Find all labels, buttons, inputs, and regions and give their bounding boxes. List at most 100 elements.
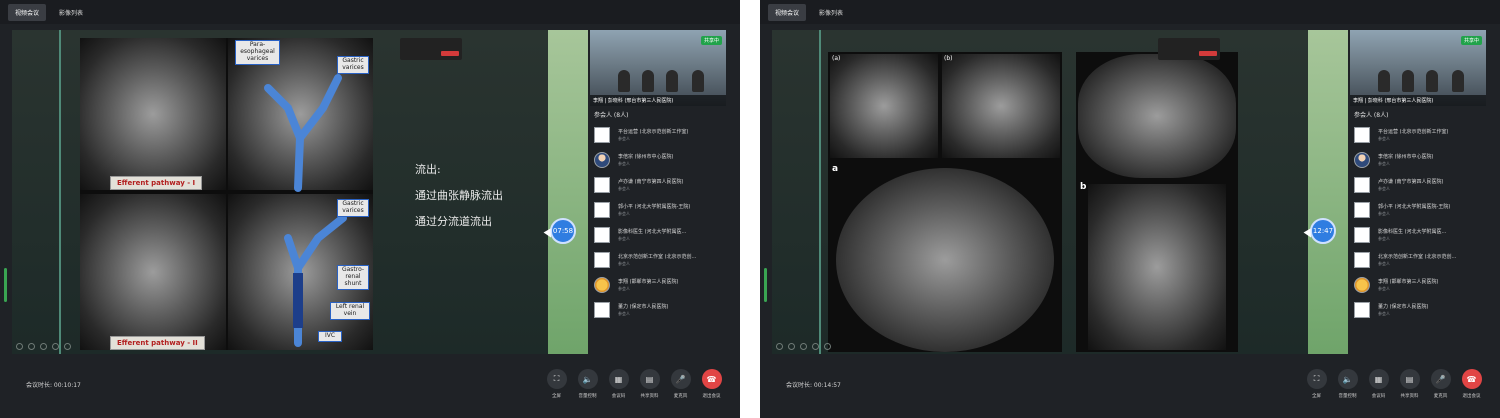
tool-icon[interactable]: [812, 343, 819, 350]
leave-meeting-button[interactable]: ☎ 退出会议: [1459, 369, 1484, 399]
label-gastric-varices-top: Gastric varices: [337, 56, 369, 74]
participant-name: 李翔 (邯郸市第三人民医院): [1378, 279, 1439, 285]
volume-button[interactable]: 🔈 音量控制: [1335, 369, 1360, 399]
control-label: 共享资料: [1400, 394, 1419, 399]
participant-item[interactable]: 卢亦谦 (南宁市第四人民医院) 参会人: [594, 177, 734, 202]
video-caption: 李翔 | 彭晓科 (邢台市第三人民医院): [590, 95, 726, 106]
avatar: [594, 177, 610, 193]
participant-name: 李翔 (邯郸市第三人民医院): [618, 279, 679, 285]
microphone-button[interactable]: 🎤 麦克风: [1428, 369, 1453, 399]
control-label: 麦克风: [673, 394, 688, 399]
slide-right-bar: [548, 30, 588, 354]
avatar: [594, 152, 610, 168]
video-person: [1378, 70, 1390, 92]
document-icon: ▤: [1399, 369, 1420, 389]
control-buttons: ⛶ 全屏 🔈 音量控制 ▦ 会议码 ▤ 共享资料 🎤 麦克风 ☎ 退出会议: [1304, 369, 1484, 399]
control-label: 共享资料: [640, 394, 659, 399]
participant-item[interactable]: 李翔 (邯郸市第三人民医院) 参会人: [594, 277, 734, 302]
participant-item[interactable]: 平台运营 (北京示范创新工作室) 参会人: [1354, 127, 1494, 152]
volume-indicator: [4, 268, 7, 302]
fullscreen-button[interactable]: ⛶ 全屏: [544, 369, 569, 399]
tab-bar: 视频会议 影像列表: [760, 0, 1500, 24]
tool-icon[interactable]: [52, 343, 59, 350]
shared-screen: (a) (b) a b 12:47: [772, 30, 1348, 354]
avatar: [1354, 152, 1370, 168]
participant-name: 影像科医生 (河北大学附属医...: [618, 229, 687, 235]
participant-item[interactable]: 平台运营 (北京示范创新工作室) 参会人: [594, 127, 734, 152]
tab-image-list[interactable]: 影像列表: [812, 4, 850, 21]
avatar: [594, 252, 610, 268]
meeting-code-button[interactable]: ▦ 会议码: [1366, 369, 1391, 399]
participant-item[interactable]: 影像科医生 (河北大学附属医... 参会人: [1354, 227, 1494, 252]
participant-item[interactable]: 董力 (保定市人民医院) 参会人: [594, 302, 734, 327]
control-bar: 会议时长: 00:14:57 ⛶ 全屏 🔈 音量控制 ▦ 会议码 ▤ 共享资料 🎤 麦克风…: [760, 360, 1500, 418]
speaking-timer: 07:58: [550, 218, 576, 244]
qr-code-icon: ▦: [608, 369, 629, 389]
participant-item[interactable]: 郭小平 (河北大学附属医院-王院) 参会人: [594, 202, 734, 227]
participant-role: 参会人: [618, 186, 630, 191]
ct-scan-axial: [1078, 54, 1236, 178]
participant-name: 李倍宗 (徐州市中心医院): [1378, 154, 1434, 160]
tab-image-list[interactable]: 影像列表: [52, 4, 90, 21]
avatar: [1354, 277, 1370, 293]
tool-icon[interactable]: [40, 343, 47, 350]
participant-item[interactable]: 郭小平 (河北大学附属医院-王院) 参会人: [1354, 202, 1494, 227]
volume-button[interactable]: 🔈 音量控制: [575, 369, 600, 399]
participant-name: 董力 (保定市人民医院): [1378, 304, 1429, 310]
participant-video[interactable]: 共享中 李翔 | 彭晓科 (邢台市第三人民医院): [590, 30, 726, 106]
slide-right-bar: [1308, 30, 1348, 354]
participant-role: 参会人: [1378, 286, 1390, 291]
share-document-button[interactable]: ▤ 共享资料: [637, 369, 662, 399]
participant-item[interactable]: 李倍宗 (徐州市中心医院) 参会人: [594, 152, 734, 177]
avatar: [1354, 252, 1370, 268]
participant-item[interactable]: 卢亦谦 (南宁市第四人民医院) 参会人: [1354, 177, 1494, 202]
slide-text-line-3: 通过分流道流出: [415, 215, 492, 228]
tool-icon[interactable]: [64, 343, 71, 350]
tool-icon[interactable]: [28, 343, 35, 350]
participant-item[interactable]: 董力 (保定市人民医院) 参会人: [1354, 302, 1494, 327]
avatar: [594, 277, 610, 293]
label-gastro-renal-shunt: Gastro- renal shunt: [337, 265, 369, 290]
video-person: [1452, 70, 1464, 92]
participant-role: 参会人: [618, 211, 630, 216]
participant-item[interactable]: 李翔 (邯郸市第三人民医院) 参会人: [1354, 277, 1494, 302]
participant-list: 参会人 (8人) 平台运营 (北京示范创新工作室) 参会人 李倍宗 (徐州市中心医…: [594, 110, 734, 327]
ct-scan-bottom-left: [80, 194, 226, 350]
participant-item[interactable]: 北京示范创新工作室 (北京示范创... 参会人: [1354, 252, 1494, 277]
participant-name: 卢亦谦 (南宁市第四人民医院): [618, 179, 684, 185]
annotation-toolbar: [776, 343, 831, 350]
avatar: [594, 227, 610, 243]
ct-image-panel-right: b: [1076, 52, 1238, 352]
meeting-window-1: 视频会议 影像列表 Para- esophageal varices Gastr…: [0, 0, 740, 418]
participant-video[interactable]: 共享中 李翔 | 彭晓科 (邢台市第三人民医院): [1350, 30, 1486, 106]
tool-icon[interactable]: [788, 343, 795, 350]
presenter-mini-panel: [1158, 38, 1220, 60]
participant-name: 平台运营 (北京示范创新工作室): [1378, 129, 1449, 135]
tool-icon[interactable]: [776, 343, 783, 350]
participant-item[interactable]: 李倍宗 (徐州市中心医院) 参会人: [1354, 152, 1494, 177]
tab-video-meeting[interactable]: 视频会议: [8, 3, 47, 21]
meeting-duration: 会议时长: 00:10:17: [26, 382, 81, 389]
fullscreen-button[interactable]: ⛶ 全屏: [1304, 369, 1329, 399]
participant-item[interactable]: 影像科医生 (河北大学附属医... 参会人: [594, 227, 734, 252]
video-person: [1402, 70, 1414, 92]
participant-item[interactable]: 北京示范创新工作室 (北京示范创... 参会人: [594, 252, 734, 277]
participant-role: 参会人: [618, 311, 630, 316]
tool-icon[interactable]: [824, 343, 831, 350]
tool-icon[interactable]: [16, 343, 23, 350]
share-document-button[interactable]: ▤ 共享资料: [1397, 369, 1422, 399]
participant-role: 参会人: [618, 161, 630, 166]
recording-badge: [441, 51, 459, 56]
tool-icon[interactable]: [800, 343, 807, 350]
microphone-button[interactable]: 🎤 麦克风: [668, 369, 693, 399]
leave-meeting-button[interactable]: ☎ 退出会议: [699, 369, 724, 399]
participant-name: 董力 (保定市人民医院): [618, 304, 669, 310]
qr-code-icon: ▦: [1368, 369, 1389, 389]
label-ivc: IVC: [318, 331, 342, 342]
tab-video-meeting[interactable]: 视频会议: [768, 3, 807, 21]
participant-count: 参会人 (8人): [1354, 112, 1389, 119]
recording-badge: [1199, 51, 1217, 56]
meeting-code-button[interactable]: ▦ 会议码: [606, 369, 631, 399]
participant-count: 参会人 (8人): [594, 112, 629, 119]
participant-role: 参会人: [1378, 161, 1390, 166]
